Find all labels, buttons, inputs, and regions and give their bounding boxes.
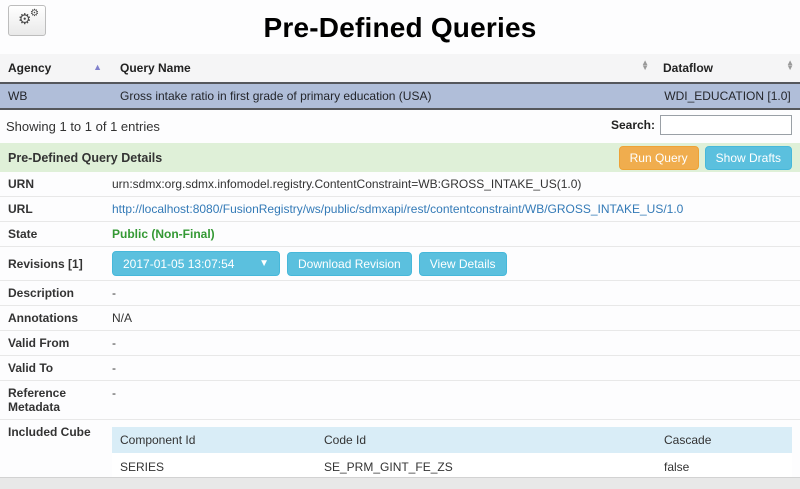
reference-metadata-value: - — [112, 386, 792, 400]
settings-menu-button[interactable]: ⚙⚙ — [8, 5, 46, 36]
query-details-panel-header: Pre-Defined Query Details Run Query Show… — [0, 143, 800, 172]
column-header-dataflow[interactable]: Dataflow ▲▼ — [655, 54, 800, 83]
valid-to-label: Valid To — [8, 361, 112, 375]
query-row-agency: WB — [0, 83, 112, 109]
description-label: Description — [8, 286, 112, 300]
detail-row-reference-metadata: Reference Metadata - — [0, 381, 800, 420]
cube-header-code-id: Code Id — [316, 427, 656, 453]
page-footer-bar — [0, 477, 800, 489]
urn-label: URN — [8, 177, 112, 191]
valid-from-label: Valid From — [8, 336, 112, 350]
search-label: Search: — [611, 118, 655, 132]
url-label: URL — [8, 202, 112, 216]
sort-both-icon: ▲▼ — [641, 60, 649, 70]
valid-to-value: - — [112, 361, 792, 375]
reference-metadata-label: Reference Metadata — [8, 386, 112, 414]
query-details-title: Pre-Defined Query Details — [8, 151, 162, 165]
annotations-value: N/A — [112, 311, 792, 325]
sort-both-icon: ▲▼ — [786, 60, 794, 70]
revision-selected-value: 2017-01-05 13:07:54 — [123, 257, 234, 271]
predefined-queries-table: Agency ▲ Query Name ▲▼ Dataflow ▲▼ WB Gr… — [0, 54, 800, 110]
state-value: Public (Non-Final) — [112, 227, 792, 241]
detail-row-revisions: Revisions [1] 2017-01-05 13:07:54 ▼ Down… — [0, 247, 800, 281]
detail-row-url: URL http://localhost:8080/FusionRegistry… — [0, 197, 800, 222]
query-row-name: Gross intake ratio in first grade of pri… — [112, 83, 655, 109]
caret-down-icon: ▼ — [259, 258, 269, 269]
sort-ascending-icon: ▲ — [93, 62, 102, 72]
detail-row-annotations: Annotations N/A — [0, 306, 800, 331]
search-control: Search: — [611, 115, 792, 135]
query-row-dataflow: WDI_EDUCATION [1.0] — [655, 83, 800, 109]
query-row-selected[interactable]: WB Gross intake ratio in first grade of … — [0, 83, 800, 109]
top-bar: ⚙⚙ Pre-Defined Queries — [0, 0, 800, 54]
cube-header-component-id: Component Id — [112, 427, 316, 453]
description-value: - — [112, 286, 792, 300]
detail-row-valid-to: Valid To - — [0, 356, 800, 381]
detail-row-valid-from: Valid From - — [0, 331, 800, 356]
state-label: State — [8, 227, 112, 241]
run-query-button[interactable]: Run Query — [619, 146, 699, 170]
included-cube-label: Included Cube — [8, 425, 112, 439]
search-input[interactable] — [660, 115, 792, 135]
column-header-query-name-label: Query Name — [120, 61, 191, 75]
cogs-icon: ⚙⚙ — [18, 12, 31, 27]
page-title: Pre-Defined Queries — [0, 0, 800, 44]
view-details-button[interactable]: View Details — [419, 252, 507, 276]
column-header-agency[interactable]: Agency ▲ — [0, 54, 112, 83]
download-revision-button[interactable]: Download Revision — [287, 252, 412, 276]
show-drafts-button[interactable]: Show Drafts — [705, 146, 792, 170]
cube-header-row: Component Id Code Id Cascade — [112, 427, 792, 453]
query-url-link[interactable]: http://localhost:8080/FusionRegistry/ws/… — [112, 202, 683, 216]
cube-header-cascade: Cascade — [656, 427, 792, 453]
detail-row-description: Description - — [0, 281, 800, 306]
panel-buttons: Run Query Show Drafts — [619, 146, 792, 170]
valid-from-value: - — [112, 336, 792, 350]
revisions-controls: 2017-01-05 13:07:54 ▼ Download Revision … — [112, 251, 792, 276]
column-header-query-name[interactable]: Query Name ▲▼ — [112, 54, 655, 83]
column-header-agency-label: Agency — [8, 61, 51, 75]
revision-select-dropdown[interactable]: 2017-01-05 13:07:54 ▼ — [112, 251, 280, 276]
column-header-dataflow-label: Dataflow — [663, 61, 713, 75]
table-footer: Showing 1 to 1 of 1 entries Search: — [0, 110, 800, 143]
detail-row-state: State Public (Non-Final) — [0, 222, 800, 247]
annotations-label: Annotations — [8, 311, 112, 325]
detail-row-urn: URN urn:sdmx:org.sdmx.infomodel.registry… — [0, 172, 800, 197]
entries-info-text: Showing 1 to 1 of 1 entries — [6, 119, 160, 134]
queries-header-row: Agency ▲ Query Name ▲▼ Dataflow ▲▼ — [0, 54, 800, 83]
urn-value: urn:sdmx:org.sdmx.infomodel.registry.Con… — [112, 177, 792, 191]
revisions-label: Revisions [1] — [8, 257, 112, 271]
